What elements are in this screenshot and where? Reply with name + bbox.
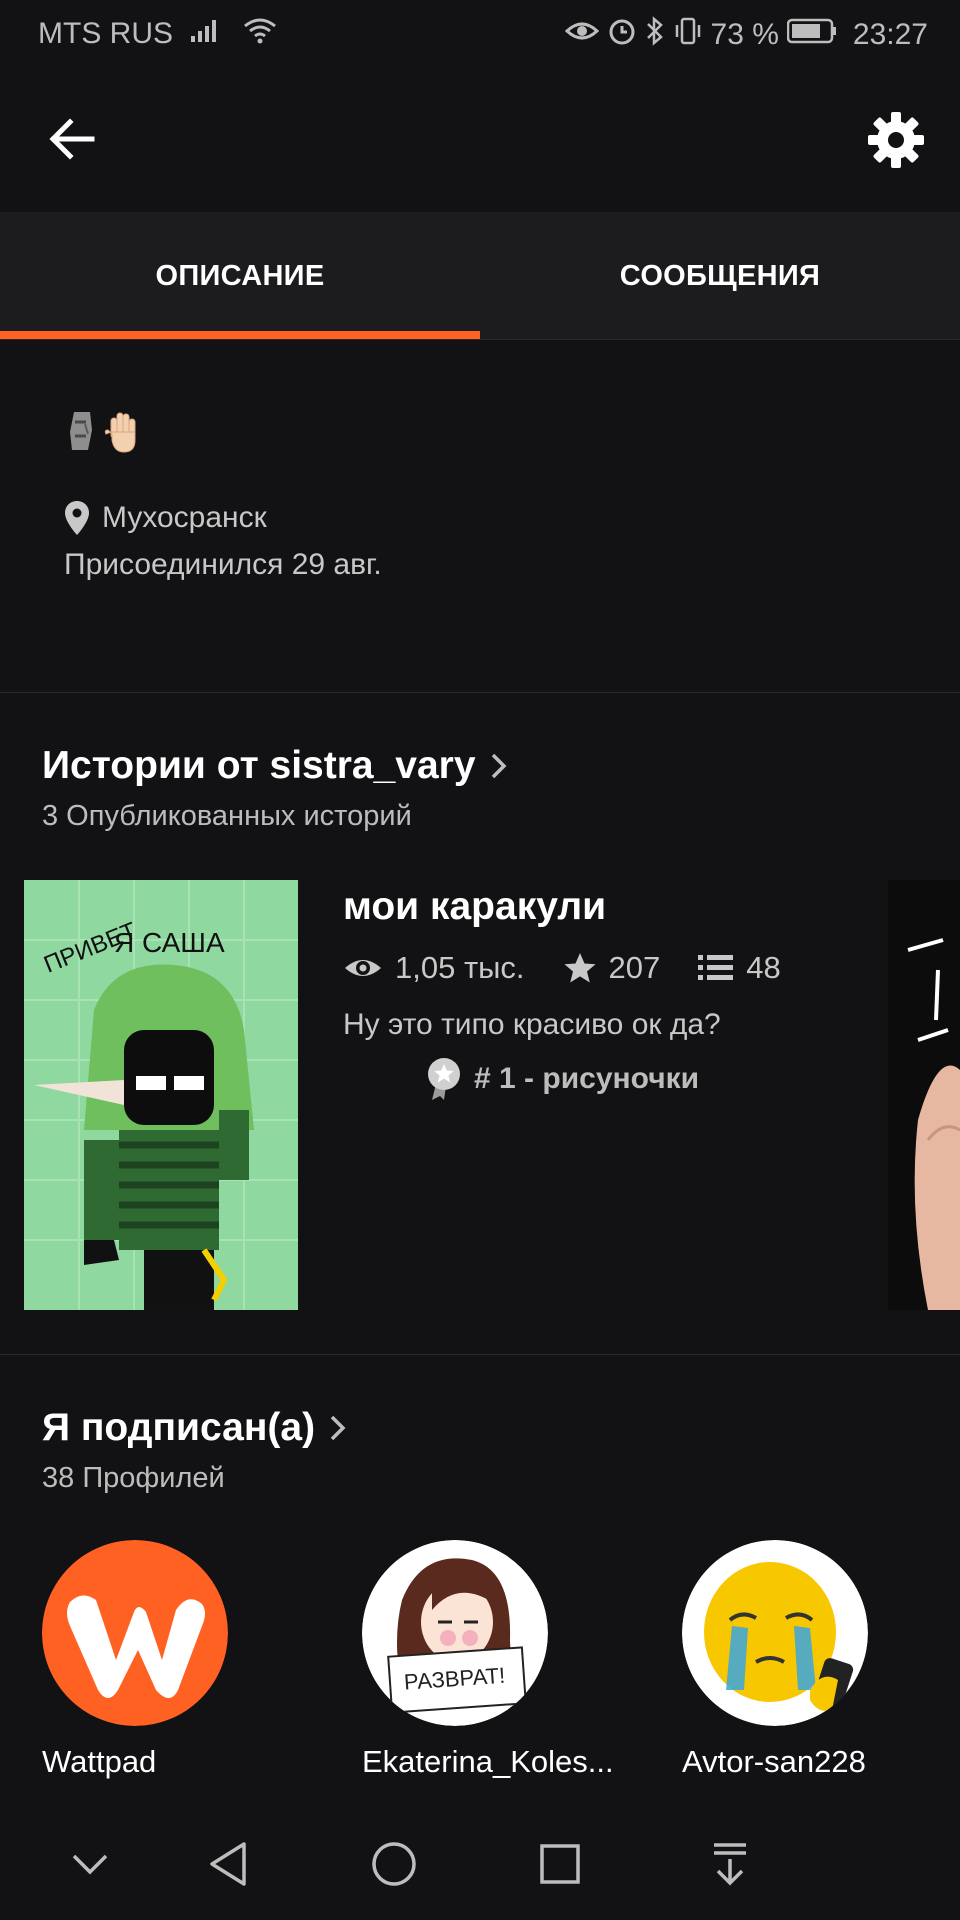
- following-count: 38 Профилей: [42, 1462, 225, 1494]
- battery-icon: [786, 18, 837, 52]
- nav-home-button[interactable]: [364, 1836, 424, 1892]
- divider: [0, 1354, 960, 1355]
- award-medal-icon: [428, 1058, 460, 1100]
- profile-name: Ekaterina_Koles...: [362, 1744, 614, 1779]
- system-navigation-bar: [0, 1808, 960, 1920]
- about-section: Мухосранск Присоединился 29 авг.: [0, 340, 960, 692]
- avatar[interactable]: [42, 1540, 228, 1726]
- story-stats: 1,05 тыс. 207 48: [343, 950, 819, 986]
- bluetooth-icon: [645, 16, 665, 54]
- tab-label: ОПИСАНИЕ: [155, 259, 325, 292]
- profile-meta: [42, 1788, 302, 1802]
- battery-percent: 73 %: [710, 18, 779, 51]
- views-stat: 1,05 тыс.: [343, 950, 525, 986]
- story-description: Ну это типо красиво ок да?: [343, 1008, 721, 1041]
- vibrate-icon: [673, 16, 703, 54]
- cover-text: Я САША: [114, 927, 225, 958]
- following-title: Я подписан(а): [42, 1406, 316, 1449]
- tab-bar: ОПИСАНИЕ СООБЩЕНИЯ: [0, 212, 960, 340]
- story-cover[interactable]: ПРИВЕТ Я САША: [24, 880, 298, 1310]
- location-pin-icon: [65, 501, 89, 535]
- gear-icon: [868, 112, 924, 168]
- notification-pulldown-button[interactable]: [700, 1836, 760, 1892]
- eye-icon: [345, 960, 381, 976]
- eye-icon: [564, 18, 599, 52]
- bio-emoji: [66, 410, 142, 454]
- signal-icon: [191, 16, 225, 52]
- tab-messages[interactable]: СООБЩЕНИЯ: [480, 212, 960, 340]
- profile-card[interactable]: РАЗВРАТ! Ekaterina_Koles...: [362, 1540, 622, 1802]
- location-text: Мухосранск: [102, 501, 267, 534]
- carrier-label: MTS RUS: [38, 17, 173, 50]
- stories-count: 3 Опубликованных историй: [42, 800, 412, 832]
- arrow-left-icon: [49, 118, 95, 160]
- votes-stat: 207: [563, 950, 661, 986]
- divider: [0, 692, 960, 693]
- chevron-right-icon: [491, 753, 507, 779]
- clock: 23:27: [852, 18, 928, 51]
- avatar[interactable]: РАЗВРАТ!: [362, 1540, 548, 1726]
- app-bar: [0, 66, 960, 212]
- raised-hand-emoji-icon: [104, 412, 136, 453]
- profile-meta: [362, 1788, 622, 1802]
- parts-stat: 48: [698, 950, 781, 986]
- stories-title: Истории от sistra_vary: [42, 744, 476, 787]
- alarm-icon: [607, 16, 637, 54]
- nav-back-button[interactable]: [198, 1836, 258, 1892]
- avatar[interactable]: [682, 1540, 868, 1726]
- square-recents-icon: [540, 1844, 580, 1884]
- tab-description[interactable]: ОПИСАНИЕ: [0, 212, 480, 340]
- profile-card[interactable]: Avtor-san228: [682, 1540, 942, 1802]
- wifi-icon: [243, 16, 277, 52]
- ranking-text: # 1 - рисуночки: [474, 1062, 700, 1095]
- profile-name: Avtor-san228: [682, 1744, 866, 1779]
- status-bar: MTS RUS 73 % 23:27: [0, 0, 960, 66]
- nav-recents-button[interactable]: [530, 1836, 590, 1892]
- triangle-back-icon: [210, 1842, 246, 1886]
- tab-label: СООБЩЕНИЯ: [619, 259, 821, 292]
- parts-count: 48: [746, 950, 781, 985]
- views-count: 1,05 тыс.: [395, 950, 525, 985]
- hide-nav-button[interactable]: [60, 1836, 120, 1892]
- profile-name: Wattpad: [42, 1744, 157, 1779]
- pull-down-icon: [714, 1843, 746, 1886]
- story-title[interactable]: мои каракули: [343, 885, 606, 929]
- list-icon: [698, 955, 734, 980]
- star-icon: [564, 953, 596, 983]
- profile-card[interactable]: Wattpad: [42, 1540, 302, 1802]
- ranking-badge[interactable]: # 1 - рисуночки: [424, 1056, 699, 1102]
- profile-meta: [682, 1788, 942, 1802]
- votes-count: 207: [608, 950, 661, 985]
- next-story-cover[interactable]: [888, 880, 960, 1310]
- circle-home-icon: [372, 1842, 416, 1886]
- stories-header[interactable]: Истории от sistra_vary: [42, 744, 508, 788]
- chevron-right-icon: [330, 1415, 346, 1441]
- joined-date: Присоединился 29 авг.: [64, 548, 382, 581]
- settings-button[interactable]: [866, 110, 926, 170]
- back-button[interactable]: [44, 114, 104, 164]
- location-row: Мухосранск: [64, 500, 267, 536]
- moai-emoji-icon: [70, 412, 92, 450]
- chevron-down-icon: [72, 1854, 108, 1875]
- following-header[interactable]: Я подписан(а): [42, 1406, 347, 1450]
